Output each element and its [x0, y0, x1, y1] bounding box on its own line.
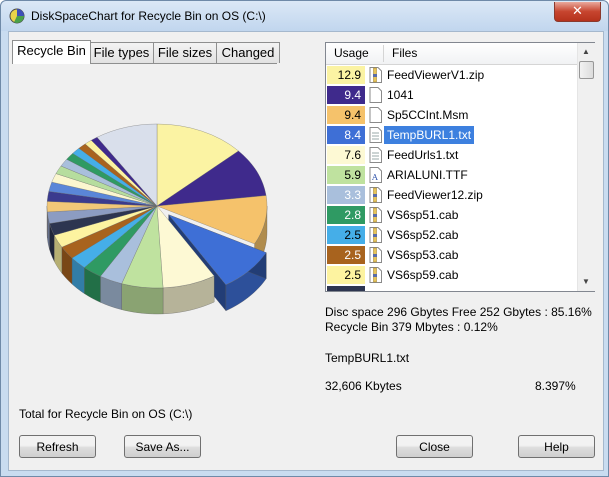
list-header: Usage Files — [326, 43, 577, 65]
refresh-button[interactable]: Refresh — [19, 435, 96, 458]
file-name-cell: TempBURL1.txt — [384, 126, 475, 144]
file-name-cell: 1041 — [387, 88, 414, 102]
cab-file-icon — [369, 247, 382, 263]
help-button[interactable]: Help — [518, 435, 595, 458]
file-name-cell: Sp5CCInt.Msm — [387, 108, 469, 122]
disc-space-info: Disc space 296 Gbytes Free 252 Gbytes : … — [325, 305, 592, 319]
window-title: DiskSpaceChart for Recycle Bin on OS (C:… — [31, 9, 266, 23]
zip-file-icon — [369, 67, 382, 83]
text-file-icon — [369, 127, 382, 143]
file-name-cell: FeedViewer12.zip — [387, 188, 483, 202]
app-window: DiskSpaceChart for Recycle Bin on OS (C:… — [0, 0, 609, 477]
zip-file-icon — [369, 187, 382, 203]
selected-file-size: 32,606 Kbytes — [325, 379, 402, 393]
recycle-bin-info: Recycle Bin 379 Mbytes : 0.12% — [325, 320, 498, 334]
file-name-cell: VS6sp53.cab — [387, 248, 459, 262]
text-file-icon — [369, 147, 382, 163]
list-row[interactable]: 2.5 VS6sp53.cab — [326, 245, 577, 265]
scroll-up-arrow-icon[interactable]: ▲ — [578, 43, 594, 60]
tab-file-sizes[interactable]: File sizes — [153, 42, 217, 63]
usage-cell: 2.5 — [327, 246, 365, 264]
list-row[interactable]: 8.4 TempBURL1.txt — [326, 125, 577, 145]
close-button[interactable]: Close — [396, 435, 473, 458]
file-name-cell: FeedUrls1.txt — [387, 148, 459, 162]
list-row-partial[interactable] — [326, 285, 577, 291]
usage-cell: 9.4 — [327, 106, 365, 124]
usage-cell: 2.5 — [327, 266, 365, 284]
list-row[interactable]: 12.9 FeedViewerV1.zip — [326, 65, 577, 85]
cab-file-icon — [369, 207, 382, 223]
selected-file-percent: 8.397% — [535, 379, 576, 393]
total-label: Total for Recycle Bin on OS (C:\) — [19, 407, 193, 421]
usage-cell — [327, 286, 365, 291]
list-row[interactable]: 2.8 VS6sp51.cab — [326, 205, 577, 225]
tab-changed[interactable]: Changed — [216, 42, 280, 63]
pie-slice-side — [121, 283, 164, 315]
file-icon — [369, 87, 382, 103]
vertical-scrollbar[interactable]: ▲ ▼ — [577, 43, 595, 291]
file-name-cell: VS6sp59.cab — [387, 268, 459, 282]
list-rows: 12.9 FeedViewerV1.zip 9.4 1041 9.4 Sp5CCInt.M… — [326, 65, 577, 291]
file-list[interactable]: Usage Files 12.9 FeedViewerV1.zip 9.4 1041 9… — [325, 42, 595, 292]
file-name-cell: ARIALUNI.TTF — [387, 168, 468, 182]
usage-cell: 3.3 — [327, 186, 365, 204]
save-as-button[interactable]: Save As... — [124, 435, 201, 458]
file-name-cell: FeedViewerV1.zip — [387, 68, 485, 82]
tab-file-types[interactable]: File types — [89, 42, 154, 63]
scroll-thumb[interactable] — [579, 61, 594, 79]
list-row[interactable]: 5.9 A ARIALUNI.TTF — [326, 165, 577, 185]
file-name-cell: VS6sp52.cab — [387, 228, 459, 242]
app-pie-icon — [9, 8, 25, 24]
list-row[interactable]: 9.4 Sp5CCInt.Msm — [326, 105, 577, 125]
title-bar[interactable]: DiskSpaceChart for Recycle Bin on OS (C:… — [1, 1, 608, 31]
usage-cell: 2.8 — [327, 206, 365, 224]
pie-chart[interactable] — [39, 94, 309, 344]
list-row[interactable]: 2.5 VS6sp52.cab — [326, 225, 577, 245]
cab-file-icon — [369, 227, 382, 243]
window-close-button[interactable]: ✕ — [554, 2, 601, 22]
tab-recycle-bin[interactable]: Recycle Bin — [12, 40, 91, 64]
font-file-icon: A — [369, 167, 382, 183]
dialog-body: Recycle Bin File types File sizes Change… — [8, 31, 604, 471]
usage-cell: 2.5 — [327, 226, 365, 244]
selected-file-name: TempBURL1.txt — [325, 351, 410, 365]
file-icon — [369, 107, 382, 123]
list-row[interactable]: 3.3 FeedViewer12.zip — [326, 185, 577, 205]
list-row[interactable]: 7.6 FeedUrls1.txt — [326, 145, 577, 165]
list-row[interactable]: 2.5 VS6sp59.cab — [326, 265, 577, 285]
column-header-usage[interactable]: Usage — [326, 43, 383, 64]
svg-text:A: A — [371, 173, 378, 182]
column-header-files[interactable]: Files — [384, 43, 577, 64]
scroll-down-arrow-icon[interactable]: ▼ — [578, 273, 594, 290]
list-row[interactable]: 9.4 1041 — [326, 85, 577, 105]
usage-cell: 5.9 — [327, 166, 365, 184]
cab-file-icon — [369, 267, 382, 283]
usage-cell: 9.4 — [327, 86, 365, 104]
file-name-cell: VS6sp51.cab — [387, 208, 459, 222]
pie-tops — [46, 123, 268, 289]
usage-cell: 8.4 — [327, 126, 365, 144]
usage-cell: 7.6 — [327, 146, 365, 164]
usage-cell: 12.9 — [327, 66, 365, 84]
